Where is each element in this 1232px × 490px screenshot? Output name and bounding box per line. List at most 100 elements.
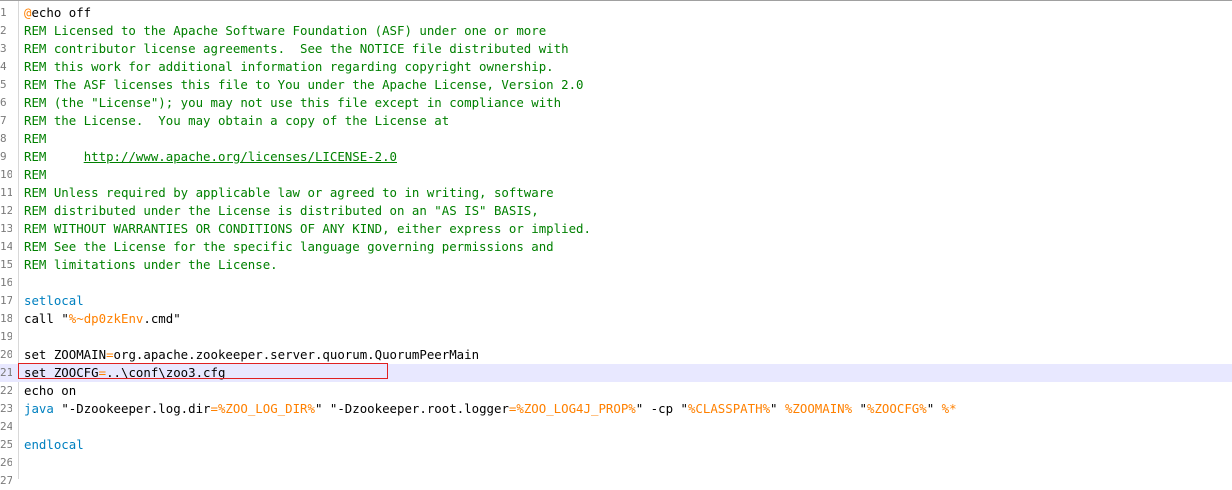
code-token: echo on xyxy=(24,383,77,398)
line-code: REM WITHOUT WARRANTIES OR CONDITIONS OF … xyxy=(24,220,591,238)
code-token: endlocal xyxy=(24,437,84,452)
code-line[interactable]: 17 setlocal xyxy=(0,292,1232,310)
line-code: set ZOOMAIN=org.apache.zookeeper.server.… xyxy=(24,346,479,364)
code-token: " xyxy=(926,401,942,416)
code-line[interactable]: 21 set ZOOCFG=..\conf\zoo3.cfg xyxy=(0,364,1232,382)
line-number: 22 xyxy=(0,384,12,397)
code-token: =%ZOO_LOG_DIR% xyxy=(210,401,315,416)
code-token: " xyxy=(61,311,69,326)
code-line[interactable]: 7 REM the License. You may obtain a copy … xyxy=(0,112,1232,130)
line-code: REM Unless required by applicable law or… xyxy=(24,184,554,202)
code-token: %CLASSPATH% xyxy=(687,401,771,416)
code-line[interactable]: 26 xyxy=(0,454,1232,472)
line-code: REM contributor license agreements. See … xyxy=(24,40,569,58)
code-line[interactable]: 13 REM WITHOUT WARRANTIES OR CONDITIONS O… xyxy=(0,220,1232,238)
code-token: REM distributed under the License is dis… xyxy=(24,203,539,218)
code-line[interactable]: 1 @echo off xyxy=(0,4,1232,22)
code-line[interactable]: 6 REM (the "License"); you may not use th… xyxy=(0,94,1232,112)
line-number: 24 xyxy=(0,420,12,433)
line-code: REM distributed under the License is dis… xyxy=(24,202,539,220)
code-line[interactable]: 11 REM Unless required by applicable law … xyxy=(0,184,1232,202)
line-number: 20 xyxy=(0,348,12,361)
code-token: REM See the License for the specific lan… xyxy=(24,239,554,254)
code-token: REM WITHOUT WARRANTIES OR CONDITIONS OF … xyxy=(24,221,591,236)
code-token: %ZOOMAIN% xyxy=(784,401,853,416)
code-token: REM contributor license agreements. See … xyxy=(24,41,569,56)
code-token: =%ZOO_LOG4J_PROP% xyxy=(508,401,636,416)
line-number: 11 xyxy=(0,186,12,199)
line-code: REM See the License for the specific lan… xyxy=(24,238,554,256)
code-lines[interactable]: 1 @echo off 2 REM Licensed to the Apache So… xyxy=(0,4,1232,490)
line-code: REM The ASF licenses this file to You un… xyxy=(24,76,584,94)
code-token: " xyxy=(852,401,868,416)
line-number: 27 xyxy=(0,474,12,487)
code-token: REM xyxy=(24,149,84,164)
code-token: REM xyxy=(24,167,47,182)
code-line[interactable]: 2 REM Licensed to the Apache Software Fou… xyxy=(0,22,1232,40)
code-token: echo off xyxy=(31,5,92,20)
code-token: ..\conf\zoo3.cfg xyxy=(106,365,226,380)
line-code: REM http://www.apache.org/licenses/LICEN… xyxy=(24,148,397,166)
code-token: REM (the "License"); you may not use thi… xyxy=(24,95,562,110)
line-number: 16 xyxy=(0,276,12,289)
code-token: REM Unless required by applicable law or… xyxy=(24,185,554,200)
line-code: java "-Dzookeeper.log.dir=%ZOO_LOG_DIR% "… xyxy=(24,400,957,418)
code-line[interactable]: 5 REM The ASF licenses this file to You u… xyxy=(0,76,1232,94)
code-token: setlocal xyxy=(24,293,84,308)
line-number: 2 xyxy=(0,24,7,37)
code-line[interactable]: 15 REM limitations under the License. xyxy=(0,256,1232,274)
code-token: = xyxy=(106,347,114,362)
code-token: REM xyxy=(24,131,47,146)
line-number: 19 xyxy=(0,330,12,343)
line-code: REM Licensed to the Apache Software Foun… xyxy=(24,22,546,40)
line-number: 23 xyxy=(0,402,12,415)
line-code: REM xyxy=(24,166,46,184)
code-token: %ZOOCFG% xyxy=(867,401,927,416)
line-code: set ZOOCFG=..\conf\zoo3.cfg xyxy=(24,364,225,382)
line-code: REM the License. You may obtain a copy o… xyxy=(24,112,449,130)
code-token: REM limitations under the License. xyxy=(24,257,278,272)
code-line[interactable]: 25 endlocal xyxy=(0,436,1232,454)
code-line[interactable]: 12 REM distributed under the License is d… xyxy=(0,202,1232,220)
line-number: 26 xyxy=(0,456,12,469)
line-number: 21 xyxy=(0,366,12,379)
code-line[interactable]: 22 echo on xyxy=(0,382,1232,400)
line-code: echo on xyxy=(24,382,76,400)
code-line[interactable]: 20 set ZOOMAIN=org.apache.zookeeper.serve… xyxy=(0,346,1232,364)
code-line[interactable]: 23 java "-Dzookeeper.log.dir=%ZOO_LOG_DIR… xyxy=(0,400,1232,418)
line-code: REM (the "License"); you may not use thi… xyxy=(24,94,561,112)
code-token: %~dp0zkEnv xyxy=(68,311,144,326)
code-editor[interactable]: 1 @echo off 2 REM Licensed to the Apache So… xyxy=(0,0,1232,487)
code-token: set ZOOMAIN xyxy=(24,347,107,362)
line-number: 12 xyxy=(0,204,12,217)
line-number: 25 xyxy=(0,438,12,451)
code-token: REM this work for additional information… xyxy=(24,59,554,74)
line-number: 13 xyxy=(0,222,12,235)
line-number: 3 xyxy=(0,42,7,55)
code-line[interactable]: 3 REM contributor license agreements. See… xyxy=(0,40,1232,58)
line-code: call "%~dp0zkEnv.cmd" xyxy=(24,310,181,328)
line-number: 15 xyxy=(0,258,12,271)
code-line[interactable]: 27 xyxy=(0,472,1232,490)
code-token: java xyxy=(24,401,62,416)
code-token: "-Dzookeeper.log.dir xyxy=(61,401,211,416)
code-token: org.apache.zookeeper.server.quorum.Quoru… xyxy=(113,347,480,362)
code-line[interactable]: 24 xyxy=(0,418,1232,436)
line-code: REM xyxy=(24,130,46,148)
line-number: 6 xyxy=(0,96,7,109)
code-token: %* xyxy=(941,401,957,416)
code-line[interactable]: 10 REM xyxy=(0,166,1232,184)
code-line[interactable]: 8 REM xyxy=(0,130,1232,148)
line-number: 1 xyxy=(0,6,7,19)
license-link[interactable]: http://www.apache.org/licenses/LICENSE-2… xyxy=(84,149,397,164)
code-line[interactable]: 14 REM See the License for the specific l… xyxy=(0,238,1232,256)
code-line[interactable]: 9 REM http://www.apache.org/licenses/LICE… xyxy=(0,148,1232,166)
code-line[interactable]: 18 call "%~dp0zkEnv.cmd" xyxy=(0,310,1232,328)
line-number: 18 xyxy=(0,312,12,325)
code-line[interactable]: 4 REM this work for additional informatio… xyxy=(0,58,1232,76)
code-line[interactable]: 16 xyxy=(0,274,1232,292)
code-line[interactable]: 19 xyxy=(0,328,1232,346)
line-number: 5 xyxy=(0,78,7,91)
code-token: .cmd" xyxy=(143,311,181,326)
code-token: REM Licensed to the Apache Software Foun… xyxy=(24,23,547,38)
